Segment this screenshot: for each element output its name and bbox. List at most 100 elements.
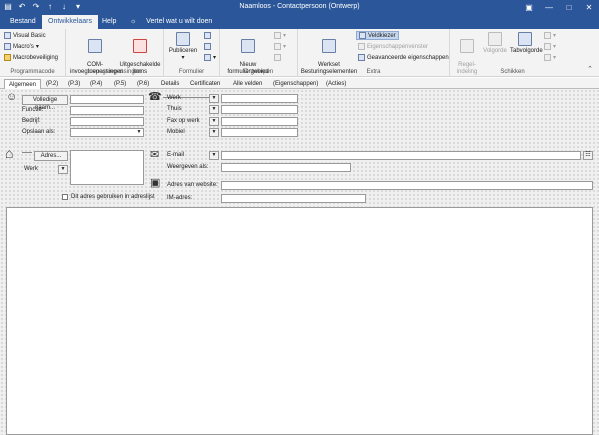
phone-fax-dropdown[interactable]: ▼ (209, 117, 219, 126)
close-icon[interactable]: ✕ (579, 0, 599, 15)
phone-mobiel-dropdown[interactable]: ▼ (209, 128, 219, 137)
chevron-down-icon: ▼ (136, 129, 142, 135)
form-small-button-2[interactable] (204, 43, 211, 50)
new-region-icon (241, 39, 255, 53)
group-label: Ontwerpen (243, 69, 274, 75)
im-adres-field[interactable] (221, 194, 366, 203)
layout-icon (544, 32, 551, 39)
geavanceerde-label: Geavanceerde eigenschappen (367, 54, 449, 61)
arrange-small-button-3[interactable]: ▾ (544, 54, 556, 61)
phone-fax-field[interactable] (221, 117, 298, 126)
ribbon: Visual Basic Macro's ▾ Macrobeveiliging … (0, 29, 599, 77)
distribute-icon (544, 54, 551, 61)
lightbulb-icon: ☼ (130, 18, 137, 25)
group-invoegtoepassingen: COM- invoegtoepassingen Uitgeschakelde i… (66, 29, 164, 77)
tab-p3[interactable]: (P.3) (64, 79, 84, 89)
tab-order-icon (518, 32, 532, 46)
adreslijst-checkbox[interactable] (62, 194, 68, 200)
veldkiezer-label: Veldkiezer (368, 32, 396, 39)
design-small-button-2[interactable]: ▾ (274, 43, 286, 50)
opslaan-als-combo[interactable]: ▼ (70, 128, 144, 137)
adres-type-label: Werk (24, 166, 38, 172)
collapse-ribbon-icon[interactable]: ⌃ (587, 65, 593, 73)
publiceren-button[interactable]: Publiceren ▾ (168, 32, 198, 62)
macrobeveiliging-label: Macrobeveiliging (13, 54, 59, 61)
visual-basic-label: Visual Basic (13, 32, 46, 39)
functie-field[interactable] (70, 106, 144, 115)
adres-field[interactable] (70, 150, 144, 185)
address-book-icon[interactable]: ☷ (583, 151, 593, 160)
arrange-small-button-1[interactable]: ▾ (544, 32, 556, 39)
phone-label-thuis: Thuis (167, 106, 182, 112)
tab-p6[interactable]: (P.6) (133, 79, 153, 89)
volledige-naam-button[interactable]: Volledige naam... (22, 95, 68, 111)
geavanceerde-eigenschappen-button[interactable]: Geavanceerde eigenschappen (358, 54, 449, 61)
tabvolgorde-button[interactable]: Tabvolgorde (510, 32, 543, 55)
tab-acties[interactable]: (Acties) (322, 79, 350, 89)
tab-details[interactable]: Details (157, 79, 183, 89)
adres-button[interactable]: Adres... (34, 151, 68, 161)
email-dropdown[interactable]: ▼ (209, 151, 219, 160)
phone-label-mobiel: Mobiel (167, 129, 185, 135)
veldkiezer-button[interactable]: Veldkiezer (356, 31, 399, 40)
window-title: Naamloos - Contactpersoon (Ontwerp) (239, 3, 360, 10)
form-design-surface[interactable]: ☺ Volledige naam... Functie: Bedrijf: Op… (0, 89, 599, 435)
email-field[interactable] (221, 151, 581, 160)
eigenschappenvenster-button[interactable]: Eigenschappenvenster (358, 43, 428, 50)
design-small-button-1[interactable]: ▾ (274, 32, 286, 39)
advanced-properties-icon (358, 54, 365, 61)
address-divider (22, 152, 32, 153)
gear-document-icon (88, 39, 102, 53)
form-options-icon (204, 54, 211, 61)
chevron-down-icon: ▼ (211, 129, 217, 135)
macros-button[interactable]: Macro's ▾ (4, 43, 39, 50)
edit-page-icon (274, 54, 281, 61)
chevron-down-icon: ▼ (211, 95, 217, 101)
tab-eigenschappen[interactable]: (Eigenschappen) (269, 79, 322, 89)
adres-type-dropdown[interactable]: ▼ (58, 165, 68, 174)
form-small-button-3[interactable]: ▾ (204, 54, 216, 61)
align-grid-icon (460, 39, 474, 53)
ribbon-display-icon[interactable]: ▣ (519, 0, 539, 15)
phone-werk-dropdown[interactable]: ▼ (209, 94, 219, 103)
page-icon (204, 43, 211, 50)
house-icon: ⌂ (5, 145, 14, 161)
arrange-small-button-2[interactable]: ▾ (544, 43, 556, 50)
chevron-down-icon: ▾ (553, 44, 557, 50)
chevron-down-icon: ▾ (181, 55, 185, 61)
tab-certificaten[interactable]: Certificaten (186, 79, 224, 89)
weergeven-als-field[interactable] (221, 163, 351, 172)
volgorde-button[interactable]: Volgorde (482, 32, 508, 55)
chevron-down-icon: ▾ (283, 33, 287, 39)
macrobeveiliging-button[interactable]: Macrobeveiliging (4, 54, 58, 61)
phone-thuis-field[interactable] (221, 105, 298, 114)
macros-icon (4, 43, 11, 50)
bedrijf-field[interactable] (70, 117, 144, 126)
visual-basic-button[interactable]: Visual Basic (4, 32, 46, 39)
phone-mobiel-field[interactable] (221, 128, 298, 137)
bedrijf-label: Bedrijf: (22, 118, 41, 124)
form-small-button-1[interactable] (204, 32, 211, 39)
design-small-button-3[interactable] (274, 54, 281, 61)
maximize-icon[interactable]: □ (559, 0, 579, 15)
tab-p5[interactable]: (P.5) (110, 79, 130, 89)
phone-werk-field[interactable] (221, 94, 298, 103)
tab-ontwikkelaars[interactable]: Ontwikkelaars (42, 15, 98, 29)
align-icon (274, 43, 281, 50)
tab-p2[interactable]: (P.2) (42, 79, 62, 89)
group-label: Formulier (178, 69, 205, 75)
volledige-naam-field[interactable] (70, 95, 144, 104)
grid-icon (274, 32, 281, 39)
website-field[interactable] (221, 181, 593, 190)
tab-algemeen[interactable]: Algemeen (4, 79, 42, 89)
tab-alle-velden[interactable]: Alle velden (229, 79, 266, 89)
tab-help[interactable]: Help (96, 15, 122, 29)
properties-icon (358, 43, 365, 50)
tab-bestand[interactable]: Bestand (4, 15, 42, 29)
phone-thuis-dropdown[interactable]: ▼ (209, 105, 219, 114)
notes-field[interactable] (6, 207, 593, 435)
minimize-icon[interactable]: — (539, 0, 559, 15)
tab-p4[interactable]: (P.4) (86, 79, 106, 89)
visual-basic-icon (4, 32, 11, 39)
tell-me-search[interactable]: ☼ Vertel wat u wilt doen (130, 15, 212, 29)
